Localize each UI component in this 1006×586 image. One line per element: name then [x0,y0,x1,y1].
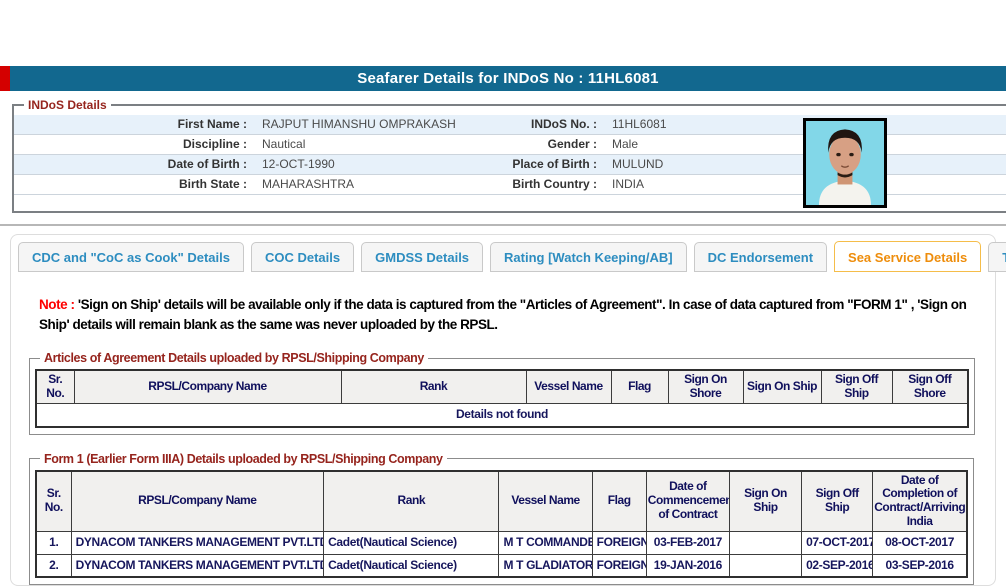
articles-of-agreement-table: Sr. No.RPSL/Company NameRankVessel NameF… [35,369,969,427]
browser-blank-area [0,0,1006,66]
tab-dc-endorsement[interactable]: DC Endorsement [694,242,827,272]
table-cell: 08-OCT-2017 [873,531,967,554]
tabs-panel: CDC and "CoC as Cook" DetailsCOC Details… [10,234,996,586]
form1-details-legend: Form 1 (Earlier Form IIIA) Details uploa… [40,452,447,466]
field-label: Date of Birth : [14,155,254,174]
table-cell: FOREIGN [592,531,646,554]
table-cell: FOREIGN [592,554,646,577]
table-cell: 1. [36,531,71,554]
table-header-row: Sr. No.RPSL/Company NameRankVessel NameF… [36,471,967,532]
table-cell: DYNACOM TANKERS MANAGEMENT PVT.LTD. [71,554,324,577]
field-label: First Name : [14,115,254,134]
column-header: Sign Off Shore [892,370,968,403]
column-header: Sr. No. [36,370,74,403]
form1-details-fieldset: Form 1 (Earlier Form IIIA) Details uploa… [29,452,974,586]
sea-service-tab-content: Note : 'Sign on Ship' details will be av… [11,272,995,585]
table-cell: DYNACOM TANKERS MANAGEMENT PVT.LTD. [71,531,324,554]
field-label: Place of Birth : [454,155,604,174]
table-cell: M T GLADIATOR [499,554,592,577]
field-value: Nautical [254,135,454,154]
column-header: Date of Completion of Contract/Arriving … [873,471,967,532]
horizontal-divider [0,224,1006,226]
column-header: Sign On Ship [729,471,801,532]
page-title: Seafarer Details for INDoS No : 11HL6081 [357,70,658,87]
column-header: Rank [324,471,499,532]
form1-details-table: Sr. No.RPSL/Company NameRankVessel NameF… [35,470,968,579]
column-header: Rank [341,370,526,403]
header-bar: Seafarer Details for INDoS No : 11HL6081 [10,66,1006,91]
table-cell: 2. [36,554,71,577]
column-header: Sr. No. [36,471,71,532]
page-header: Seafarer Details for INDoS No : 11HL6081 [0,66,1006,91]
table-cell: M T COMMANDER [499,531,592,554]
table-cell: 07-OCT-2017 [802,531,873,554]
field-label: Birth State : [14,175,254,194]
column-header: Flag [611,370,668,403]
indos-details-legend: INDoS Details [24,98,111,112]
field-label: Discipline : [14,135,254,154]
field-label: Gender : [454,135,604,154]
table-cell: Cadet(Nautical Science) [324,531,499,554]
tab-cdc-coc-cook[interactable]: CDC and "CoC as Cook" Details [18,242,244,272]
tab-gmdss[interactable]: GMDSS Details [361,242,483,272]
note-text: Note : 'Sign on Ship' details will be av… [29,295,974,334]
column-header: RPSL/Company Name [74,370,341,403]
table-cell: Cadet(Nautical Science) [324,554,499,577]
tab-sea-service[interactable]: Sea Service Details [834,241,981,272]
column-header: Sign Off Ship [821,370,892,403]
table-row: 1.DYNACOM TANKERS MANAGEMENT PVT.LTD.Cad… [36,531,967,554]
tab-coc[interactable]: COC Details [251,242,354,272]
tab-rating-watchkeeping[interactable]: Rating [Watch Keeping/AB] [490,242,687,272]
seafarer-photo-image [806,121,884,205]
note-body: 'Sign on Ship' details will be available… [39,297,966,332]
header-red-edge-marker [0,66,10,91]
tab-bar: CDC and "CoC as Cook" DetailsCOC Details… [11,241,995,272]
column-header: Vessel Name [526,370,611,403]
table-cell: 19-JAN-2016 [646,554,729,577]
table-cell [729,531,801,554]
table-cell [729,554,801,577]
column-header: Sign Off Ship [802,471,873,532]
tab-training[interactable]: Training Details [988,242,1006,272]
column-header: Sign On Ship [743,370,821,403]
field-value: RAJPUT HIMANSHU OMPRAKASH [254,115,454,134]
field-label: INDoS No. : [454,115,604,134]
indos-details-fieldset: INDoS Details First Name :RAJPUT HIMANSH… [12,98,1006,213]
table-empty-row: Details not found [36,403,968,426]
column-header: Sign On Shore [668,370,743,403]
seafarer-photo [803,118,887,208]
table-row: 2.DYNACOM TANKERS MANAGEMENT PVT.LTD.Cad… [36,554,967,577]
note-prefix: Note : [39,297,75,312]
column-header: RPSL/Company Name [71,471,324,532]
field-value: MAHARASHTRA [254,175,454,194]
column-header: Date of Commencement of Contract [646,471,729,532]
table-cell: 03-FEB-2017 [646,531,729,554]
articles-of-agreement-legend: Articles of Agreement Details uploaded b… [40,351,428,365]
articles-of-agreement-fieldset: Articles of Agreement Details uploaded b… [29,351,975,434]
field-label: Birth Country : [454,175,604,194]
table-header-row: Sr. No.RPSL/Company NameRankVessel NameF… [36,370,968,403]
field-value: 12-OCT-1990 [254,155,454,174]
column-header: Flag [592,471,646,532]
empty-message: Details not found [36,403,968,426]
column-header: Vessel Name [499,471,592,532]
table-cell: 02-SEP-2016 [802,554,873,577]
table-cell: 03-SEP-2016 [873,554,967,577]
